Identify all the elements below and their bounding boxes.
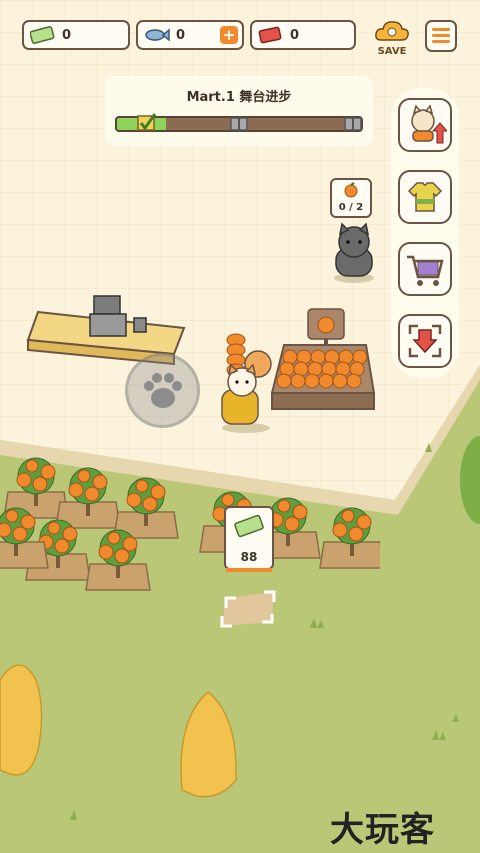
checkmark-milestone-icon (137, 113, 157, 131)
game-scene: 0 0 + 0 SAVE Mart.1 舞台进步 0 / 2 88 大玩客 (0, 0, 480, 853)
menu-icon (432, 28, 450, 43)
outfit-upgrade-button[interactable] (398, 170, 452, 224)
cash-value: 0 (62, 27, 72, 43)
shirt-upgrade-icon (407, 182, 443, 212)
menu-button[interactable] (425, 20, 457, 52)
stage-progress-panel: Mart.1 舞台进步 (105, 76, 373, 146)
stand-orange (276, 373, 292, 389)
paw-icon (144, 373, 182, 408)
orange-display-stand[interactable] (270, 305, 380, 417)
add-fish-button[interactable]: + (220, 26, 238, 44)
stand-orange (346, 373, 362, 389)
green-bush (460, 436, 480, 524)
movement-joystick[interactable] (125, 353, 200, 428)
fish-counter: 0 + (136, 20, 244, 50)
cash-pickup[interactable]: 88 (224, 506, 274, 572)
staff-upgrade-button[interactable] (398, 98, 452, 152)
ticket-value: 0 (290, 27, 300, 43)
decor-bushes (0, 664, 237, 798)
cash-icon (30, 26, 55, 44)
rearrange-button[interactable] (398, 314, 452, 368)
cash-pickup-amount: 88 (240, 550, 258, 564)
orange-icon (344, 182, 358, 198)
stand-orange (304, 373, 320, 389)
build-spot-marker[interactable] (218, 586, 280, 630)
customer-request-bubble: 0 / 2 (330, 178, 372, 218)
cloud-save-icon (375, 21, 409, 41)
stand-orange (290, 373, 306, 389)
orange-tree (319, 507, 380, 569)
ticket-counter: 0 (250, 20, 356, 50)
shop-button[interactable] (398, 242, 452, 296)
save-label: SAVE (377, 46, 407, 57)
gift-final-milestone-icon (344, 117, 362, 131)
gift-milestone-icon (230, 117, 248, 131)
stand-orange (318, 373, 334, 389)
cat-staff-upgrade-icon (411, 104, 447, 144)
fish-value: 0 (176, 27, 186, 43)
shopping-cart-icon (407, 255, 444, 286)
customer-request-count: 0 / 2 (338, 202, 364, 213)
ticket-icon (258, 26, 282, 44)
rearrange-icon (408, 324, 442, 358)
orange-tree (113, 477, 179, 539)
orange-tree (85, 529, 151, 591)
orange-orchard (0, 457, 380, 591)
stand-orange (332, 373, 348, 389)
cash-bundle-icon (234, 514, 264, 538)
gray-cat-customer (334, 222, 374, 283)
watermark-text: 大玩客 (330, 810, 435, 850)
fish-icon (145, 28, 170, 42)
save-button[interactable]: SAVE (373, 18, 411, 57)
cash-counter: 0 (22, 20, 130, 50)
stage-progress-title: Mart.1 舞台进步 (186, 90, 292, 105)
